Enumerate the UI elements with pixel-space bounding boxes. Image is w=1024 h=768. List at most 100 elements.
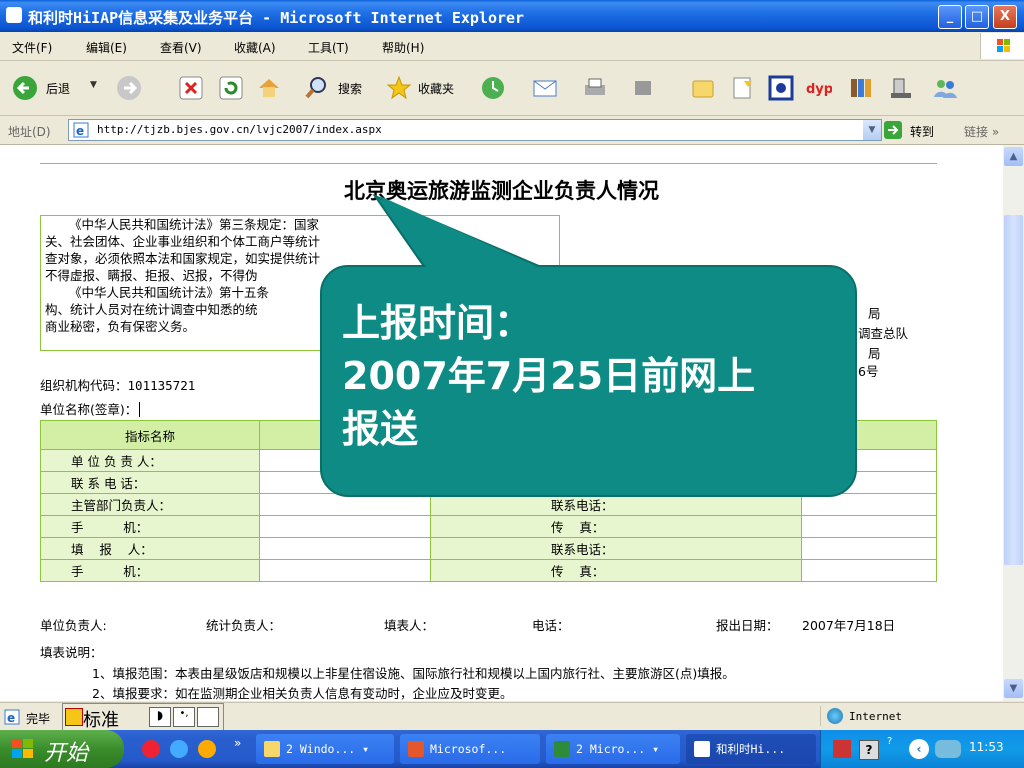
task-label[interactable]: Microsof... xyxy=(430,742,506,756)
address-input[interactable]: e http://tjzb.bjes.gov.cn/lvjc2007/index… xyxy=(68,119,882,141)
tray-expand-icon[interactable]: ‹ xyxy=(909,739,929,759)
menu-tools[interactable]: 工具(T) xyxy=(308,39,349,56)
phone-label: 电话： xyxy=(532,618,570,633)
favorites-button-label[interactable]: 收藏夹 xyxy=(418,80,454,97)
scroll-down-icon[interactable]: ▼ xyxy=(1004,679,1023,698)
messenger-people-icon[interactable] xyxy=(932,75,958,101)
row-label: 联 系 电 话： xyxy=(40,471,260,494)
field-input[interactable] xyxy=(801,515,937,538)
scroll-thumb[interactable] xyxy=(1004,215,1023,565)
row-mid-label: 联系电话： xyxy=(430,537,802,560)
deadline-callout: 上报时间： 2007年7月25日前网上 报送 xyxy=(320,265,857,497)
maximize-button[interactable]: □ xyxy=(965,5,989,29)
start-label[interactable]: 开始 xyxy=(44,735,88,767)
ie-icon xyxy=(694,741,710,757)
ime-keyboard-icon[interactable] xyxy=(197,707,219,727)
task-label[interactable]: 和利时Hi... xyxy=(716,742,785,756)
stop-icon[interactable] xyxy=(178,75,204,101)
home-icon[interactable] xyxy=(256,75,282,101)
task-ie-active[interactable]: 和利时Hi... xyxy=(686,734,816,764)
go-button-label[interactable]: 转到 xyxy=(910,123,934,140)
vertical-scrollbar[interactable]: ▲ ▼ xyxy=(1003,145,1024,701)
excel-icon xyxy=(554,741,570,757)
print-icon[interactable] xyxy=(582,75,608,101)
report-date-value: 2007年7月18日 xyxy=(802,618,896,633)
callout-line: 报送 xyxy=(342,407,419,451)
ime-halfwidth-icon[interactable]: ◗ xyxy=(149,707,171,727)
history-icon[interactable] xyxy=(480,75,506,101)
favorites-star-icon[interactable] xyxy=(386,75,412,101)
note-line: 1、填报范围：本表由星级饭店和规模以上非星住宿设施、国际旅行社和规模以上国内旅行… xyxy=(92,666,735,681)
menu-view[interactable]: 查看(V) xyxy=(160,39,202,56)
forward-arrow-icon[interactable] xyxy=(116,75,142,101)
quicklaunch-more-icon[interactable]: » xyxy=(234,736,241,750)
task-windows-explorer[interactable]: 2 Windo... ▾ xyxy=(256,734,394,764)
messenger-square-icon[interactable] xyxy=(768,75,794,101)
plugin-logo-icon[interactable]: dyp xyxy=(806,75,833,101)
links-label[interactable]: 链接 » xyxy=(964,123,999,140)
links-text[interactable]: 链接 xyxy=(964,125,988,139)
powerpoint-icon xyxy=(408,741,424,757)
menu-help[interactable]: 帮助(H) xyxy=(382,39,424,56)
clock: 11:53 xyxy=(969,740,1004,754)
back-button-label[interactable]: 后退 xyxy=(46,80,70,97)
quicklaunch-app-icon[interactable] xyxy=(142,740,160,758)
tray-app-icon[interactable] xyxy=(833,740,851,758)
menu-bar: 文件(F) 编辑(E) 查看(V) 收藏(A) 工具(T) 帮助(H) xyxy=(0,32,1024,61)
search-icon[interactable] xyxy=(304,75,330,101)
quicklaunch-ie-icon[interactable] xyxy=(170,740,188,758)
edit-icon[interactable] xyxy=(630,75,656,101)
task-excel[interactable]: 2 Micro... ▾ xyxy=(546,734,680,764)
row-label: 单 位 负 责 人： xyxy=(40,449,260,472)
address-url[interactable]: http://tjzb.bjes.gov.cn/lvjc2007/index.a… xyxy=(97,123,382,136)
ime-punct-icon[interactable]: •, xyxy=(173,707,195,727)
folder-icon[interactable] xyxy=(690,75,716,101)
field-input[interactable] xyxy=(259,559,431,582)
back-dropdown-icon[interactable]: ▼ xyxy=(90,80,97,90)
menu-favorites[interactable]: 收藏(A) xyxy=(234,39,276,56)
toolbar: 后退 ▼ 搜索 收藏夹 dyp xyxy=(0,61,1024,116)
field-input[interactable] xyxy=(259,537,431,560)
help-icon[interactable]: ? xyxy=(859,740,879,760)
task-label[interactable]: 2 Micro... xyxy=(576,742,645,756)
system-tray: ? ? ‹ 11:53 xyxy=(820,730,1024,768)
row-label: 手 机： xyxy=(40,515,260,538)
menu-edit[interactable]: 编辑(E) xyxy=(86,39,127,56)
unit-name-input[interactable] xyxy=(139,402,145,417)
back-arrow-icon[interactable] xyxy=(12,75,38,101)
table-header-cell: 指标名称 xyxy=(40,420,260,450)
research-icon[interactable] xyxy=(848,75,874,101)
quicklaunch-player-icon[interactable] xyxy=(198,740,216,758)
field-input[interactable] xyxy=(259,515,431,538)
callout-line: 2007年7月25日前网上 xyxy=(342,354,756,398)
start-button[interactable]: 开始 xyxy=(0,730,124,768)
close-button[interactable]: X xyxy=(993,5,1017,29)
mail-icon[interactable] xyxy=(532,75,558,101)
address-dropdown-icon[interactable]: ▼ xyxy=(863,120,881,140)
go-button[interactable]: 转到 xyxy=(884,120,954,140)
notes-icon[interactable] xyxy=(730,75,756,101)
ime-toolbar[interactable]: 标准 ◗ •, xyxy=(62,703,224,731)
minimize-button[interactable]: _ xyxy=(938,5,962,29)
security-zone: Internet xyxy=(820,706,1021,726)
search-button-label[interactable]: 搜索 xyxy=(338,80,362,97)
menu-file[interactable]: 文件(F) xyxy=(12,39,52,56)
ime-mode-label[interactable]: 标准 xyxy=(83,706,119,732)
field-input[interactable] xyxy=(801,537,937,560)
task-powerpoint[interactable]: Microsof... xyxy=(400,734,540,764)
tool-icon[interactable] xyxy=(888,75,914,101)
unit-name: 单位名称(签章)： xyxy=(40,399,145,418)
refresh-icon[interactable] xyxy=(218,75,244,101)
status-text: 完毕 xyxy=(26,712,51,726)
stat-head-label: 统计负责人： xyxy=(206,618,282,633)
org-code: 组织机构代码：101135721 xyxy=(40,375,195,394)
field-input[interactable] xyxy=(801,559,937,582)
zone-label: Internet xyxy=(849,710,902,723)
tray-status-icon[interactable]: ? xyxy=(887,736,901,760)
ie-page-icon: e xyxy=(73,122,89,138)
row-label: 手 机： xyxy=(40,559,260,582)
tray-messenger-icon[interactable] xyxy=(935,740,961,758)
task-label[interactable]: 2 Windo... xyxy=(286,742,355,756)
scroll-up-icon[interactable]: ▲ xyxy=(1004,147,1023,166)
ime-logo-icon[interactable] xyxy=(65,708,83,726)
